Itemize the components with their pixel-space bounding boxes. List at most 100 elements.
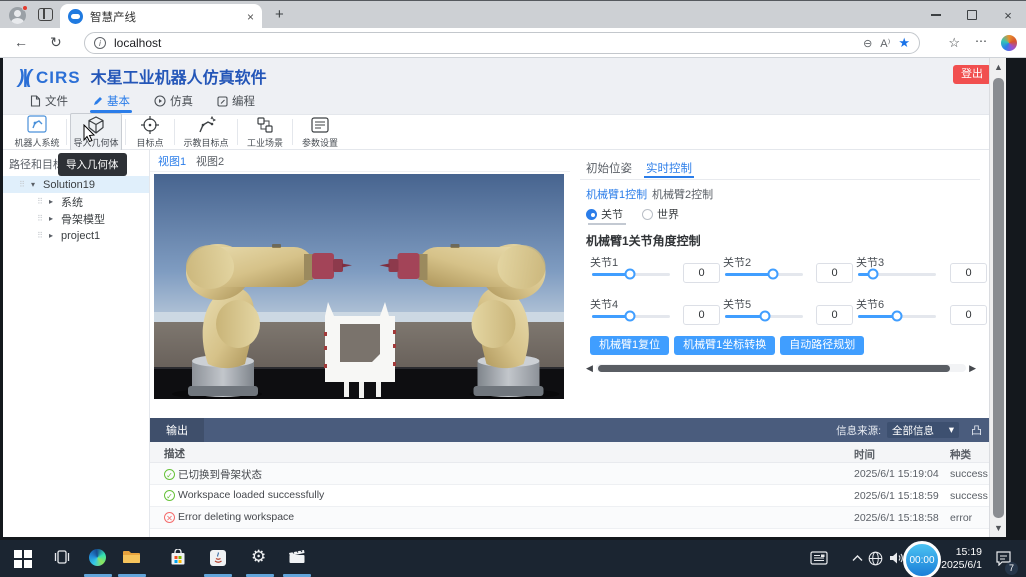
slider-handle[interactable] xyxy=(867,269,878,280)
tree-collapse-icon[interactable]: ▸ xyxy=(49,214,57,223)
tab-initial-pose[interactable]: 初始位姿 xyxy=(586,160,632,176)
menu-item-file[interactable]: 文件 xyxy=(30,90,68,112)
joint6-slider[interactable] xyxy=(858,309,936,323)
window-minimize-button[interactable] xyxy=(918,1,954,29)
tree-item-system[interactable]: ⠿ ▸ 系统 xyxy=(3,193,149,210)
favorites-icon[interactable]: ☆ xyxy=(948,35,960,51)
slider-handle[interactable] xyxy=(625,269,636,280)
joint5-slider[interactable] xyxy=(725,309,803,323)
joint3-input[interactable] xyxy=(950,263,987,283)
java-app-icon[interactable] xyxy=(209,549,227,567)
edge-browser-icon[interactable] xyxy=(89,549,106,566)
joint1-slider[interactable] xyxy=(592,267,670,281)
window-close-button[interactable]: × xyxy=(990,1,1026,29)
joint5-input[interactable] xyxy=(816,305,853,325)
tree-item-solution19[interactable]: ⠿ ▾ Solution19 xyxy=(3,176,149,193)
start-button-icon[interactable] xyxy=(14,550,32,568)
active-tab-underline xyxy=(644,176,694,178)
slider-handle[interactable] xyxy=(759,311,770,322)
toolbar-parameter-settings[interactable]: 参数设置 xyxy=(296,114,344,150)
scroll-up-icon[interactable]: ▲ xyxy=(990,62,1006,72)
export-log-icon[interactable]: 凸 xyxy=(971,422,982,438)
slider-handle[interactable] xyxy=(768,269,779,280)
auto-path-planning-button[interactable]: 自动路径规划 xyxy=(780,336,864,355)
slider-handle[interactable] xyxy=(625,311,636,322)
arm1-coordinate-convert-button[interactable]: 机械臂1坐标转换 xyxy=(674,336,775,355)
joint1-input[interactable] xyxy=(683,263,720,283)
tray-clock[interactable]: 15:19 2025/6/1 xyxy=(941,546,982,571)
window-restore-button[interactable] xyxy=(954,1,990,29)
drag-grip-icon[interactable]: ⠿ xyxy=(35,197,45,206)
menu-item-basic[interactable]: 基本 xyxy=(92,90,130,112)
joint2-slider[interactable] xyxy=(725,267,803,281)
output-tab[interactable]: 输出 xyxy=(150,418,204,442)
file-explorer-icon[interactable] xyxy=(122,549,141,565)
new-tab-button[interactable]: + xyxy=(275,6,284,23)
menu-item-simulation[interactable]: 仿真 xyxy=(154,90,193,112)
subtab-arm2-control[interactable]: 机械臂2控制 xyxy=(652,186,713,202)
toolbar-import-geometry[interactable]: 导入几何体 xyxy=(70,113,122,151)
joint6-input[interactable] xyxy=(950,305,987,325)
toolbar-robot-system[interactable]: 机器人系统 xyxy=(11,114,63,150)
url-text[interactable]: localhost xyxy=(114,36,855,50)
toolbar-teach-target[interactable]: 示教目标点 xyxy=(178,114,234,150)
zoom-out-icon[interactable]: ⊖ xyxy=(863,37,872,50)
joint4-slider[interactable] xyxy=(592,309,670,323)
browser-menu-icon[interactable]: ⋯ xyxy=(975,34,988,48)
slider-handle[interactable] xyxy=(892,311,903,322)
scroll-right-icon[interactable]: ▶ xyxy=(969,363,976,374)
tab-view1[interactable]: 视图1 xyxy=(158,153,186,169)
clock-date: 2025/6/1 xyxy=(941,559,982,572)
task-view-icon[interactable] xyxy=(54,549,70,565)
site-info-icon[interactable]: i xyxy=(94,37,106,49)
settings-gear-icon[interactable]: ⚙ xyxy=(251,548,266,566)
logout-button[interactable]: 登出 xyxy=(953,65,991,84)
joint2-input[interactable] xyxy=(816,263,853,283)
drag-grip-icon[interactable]: ⠿ xyxy=(35,231,45,240)
column-description: 描述 xyxy=(164,446,185,461)
tree-item-project1[interactable]: ⠿ ▸ project1 xyxy=(3,227,149,244)
volume-icon[interactable] xyxy=(889,551,904,565)
tray-chevron-up-icon[interactable] xyxy=(852,554,863,562)
microsoft-store-icon[interactable] xyxy=(170,549,186,566)
panel-horizontal-scrollbar[interactable]: ◀ ▶ xyxy=(586,362,976,374)
tree-collapse-icon[interactable]: ▸ xyxy=(49,231,57,240)
page-scrollbar[interactable]: ▲ ▼ xyxy=(989,58,1006,537)
scrollbar-thumb[interactable] xyxy=(598,365,950,372)
drag-grip-icon[interactable]: ⠿ xyxy=(35,214,45,223)
3d-viewport[interactable] xyxy=(154,174,564,399)
media-app-icon[interactable] xyxy=(288,549,306,564)
refresh-icon[interactable]: ↻ xyxy=(50,34,62,51)
tree-item-label: project1 xyxy=(61,230,100,242)
news-widgets-icon[interactable] xyxy=(810,551,828,565)
back-icon[interactable]: ← xyxy=(14,34,28,50)
scroll-left-icon[interactable]: ◀ xyxy=(586,363,593,374)
scrollbar-track[interactable] xyxy=(596,364,966,372)
tab-realtime-control[interactable]: 实时控制 xyxy=(646,160,692,176)
url-input[interactable]: i localhost ⊖ A⁾ ★ xyxy=(84,32,920,54)
toolbar-target-point[interactable]: 目标点 xyxy=(129,114,171,150)
scrollbar-thumb[interactable] xyxy=(993,78,1004,518)
radio-world-mode[interactable]: 世界 xyxy=(642,206,679,222)
read-aloud-icon[interactable]: A⁾ xyxy=(880,37,890,50)
favorite-star-icon[interactable]: ★ xyxy=(898,35,910,51)
tab-switcher-icon[interactable] xyxy=(38,8,53,21)
toolbar-industrial-scene[interactable]: 工业场景 xyxy=(241,114,289,150)
tree-item-skeleton-model[interactable]: ⠿ ▸ 骨架模型 xyxy=(3,210,149,227)
scroll-down-icon[interactable]: ▼ xyxy=(990,523,1006,533)
copilot-icon[interactable] xyxy=(1001,35,1017,51)
radio-joint-mode[interactable]: 关节 xyxy=(586,206,623,222)
drag-grip-icon[interactable]: ⠿ xyxy=(17,180,27,189)
source-select[interactable]: 全部信息 ▾ xyxy=(887,422,959,438)
joint4-input[interactable] xyxy=(683,305,720,325)
browser-tab[interactable]: 智慧产线 × xyxy=(60,4,262,29)
tree-expand-icon[interactable]: ▾ xyxy=(31,180,39,189)
tab-close-icon[interactable]: × xyxy=(247,10,254,24)
tab-view2[interactable]: 视图2 xyxy=(196,153,224,169)
subtab-arm1-control[interactable]: 机械臂1控制 xyxy=(586,186,647,202)
arm1-reset-button[interactable]: 机械臂1复位 xyxy=(590,336,669,355)
menu-item-programming[interactable]: 编程 xyxy=(217,90,255,112)
network-globe-icon[interactable] xyxy=(868,551,883,566)
tree-collapse-icon[interactable]: ▸ xyxy=(49,197,57,206)
joint3-slider[interactable] xyxy=(858,267,936,281)
